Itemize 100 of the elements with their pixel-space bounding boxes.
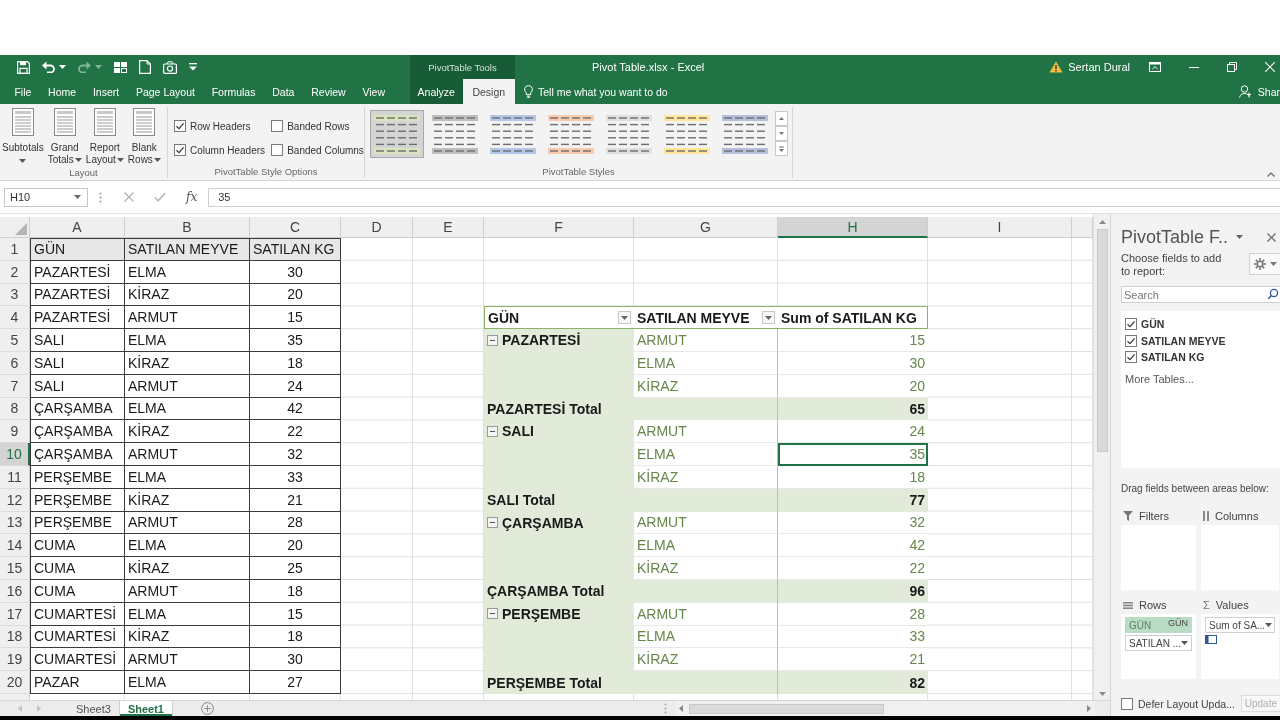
scroll-thumb[interactable]: [1096, 229, 1108, 452]
warning-icon[interactable]: [1049, 61, 1064, 73]
ribbon-button[interactable]: Grand Totals: [46, 107, 83, 166]
ribbon-tab[interactable]: View: [354, 79, 394, 104]
row-header[interactable]: 11: [0, 465, 30, 489]
column-header[interactable]: C: [250, 217, 341, 238]
ribbon-button[interactable]: Blank Rows: [126, 107, 162, 166]
column-header[interactable]: H: [778, 217, 928, 238]
field-item[interactable]: SATILAN MEYVE: [1125, 332, 1276, 349]
style-option[interactable]: Column Headers: [174, 144, 266, 156]
more-icon[interactable]: [775, 141, 788, 156]
ribbon-tab[interactable]: Insert: [84, 79, 128, 104]
column-header[interactable]: G: [634, 217, 778, 238]
minus-box-icon[interactable]: [487, 425, 498, 437]
tell-me-search[interactable]: Tell me what you want to do: [538, 85, 668, 98]
down-arrow-icon[interactable]: [1098, 692, 1106, 696]
checkbox[interactable]: [1125, 351, 1137, 364]
checkbox[interactable]: [174, 144, 186, 156]
caret-icon[interactable]: [59, 65, 66, 69]
save-icon[interactable]: [17, 60, 30, 74]
up-arrow-icon[interactable]: [1098, 220, 1106, 224]
ribbon-tab[interactable]: Page Layout: [127, 79, 204, 104]
undo-icon[interactable]: [42, 61, 55, 73]
ribbon-tab[interactable]: Data: [263, 79, 303, 104]
column-header[interactable]: F: [484, 217, 634, 238]
right-arrow-icon[interactable]: [1087, 705, 1091, 712]
scroll-thumb[interactable]: [689, 703, 884, 714]
row-header[interactable]: 10: [0, 443, 30, 466]
row-header[interactable]: 12: [0, 488, 30, 512]
insert-function-button[interactable]: fx: [186, 190, 198, 204]
style-option[interactable]: Row Headers: [174, 120, 266, 132]
row-header[interactable]: 2: [0, 260, 30, 284]
caret-icon[interactable]: [95, 65, 102, 69]
row-header[interactable]: 4: [0, 306, 30, 330]
field-item[interactable]: GÜN: [1125, 316, 1276, 333]
ribbon-tab[interactable]: Analyze: [410, 79, 463, 104]
check-icon[interactable]: [154, 192, 166, 202]
settings-button[interactable]: [1249, 253, 1280, 275]
ribbon-tab[interactable]: File: [6, 79, 40, 104]
more-tables-link[interactable]: More Tables...: [1125, 372, 1194, 385]
row-header[interactable]: 9: [0, 420, 30, 444]
vertical-scrollbar[interactable]: [1093, 214, 1110, 700]
minimize-icon[interactable]: [1189, 66, 1199, 68]
minus-box-icon[interactable]: [487, 608, 498, 620]
document-icon[interactable]: [139, 60, 151, 74]
horizontal-scrollbar[interactable]: [675, 701, 1095, 716]
ribbon-tab[interactable]: Formulas: [203, 79, 264, 104]
field-pill[interactable]: GÜN GÜN: [1125, 617, 1192, 633]
row-header[interactable]: 8: [0, 397, 30, 421]
row-header[interactable]: 15: [0, 557, 30, 580]
ribbon-button[interactable]: Subtotals: [1, 107, 45, 166]
column-header[interactable]: I: [928, 217, 1072, 238]
grid-icon[interactable]: [114, 61, 127, 73]
caret-icon[interactable]: [1236, 235, 1244, 239]
vertical-dots-icon[interactable]: [99, 191, 102, 203]
left-arrow-icon[interactable]: [679, 705, 683, 712]
search-field[interactable]: Search: [1121, 286, 1266, 303]
drop-area[interactable]: GÜN GÜN SATILAN ...: [1121, 614, 1196, 679]
name-box[interactable]: H10: [4, 187, 88, 207]
style-option[interactable]: Banded Rows: [271, 120, 364, 132]
row-header[interactable]: 1: [0, 238, 30, 261]
column-header[interactable]: A: [30, 217, 125, 238]
ribbon-tab[interactable]: Review: [302, 79, 355, 104]
minus-box-icon[interactable]: [487, 334, 498, 346]
user-name[interactable]: Sertan Dural: [1068, 61, 1130, 73]
ribbon-display-icon[interactable]: [1149, 62, 1161, 72]
row-header[interactable]: 16: [0, 579, 30, 603]
defer-layout-option[interactable]: Defer Layout Upda...: [1121, 697, 1235, 710]
close-icon[interactable]: [1267, 232, 1276, 242]
drop-area[interactable]: Sum of SA...: [1201, 614, 1279, 679]
checkbox[interactable]: [1121, 697, 1133, 710]
row-header[interactable]: 20: [0, 671, 30, 694]
row-header[interactable]: 7: [0, 374, 30, 398]
ribbon-button[interactable]: Report Layout: [84, 107, 125, 166]
column-header[interactable]: E: [413, 217, 484, 238]
column-header[interactable]: D: [341, 217, 413, 238]
row-header[interactable]: 14: [0, 534, 30, 558]
field-item[interactable]: SATILAN KG: [1125, 349, 1276, 366]
sheet-tab[interactable]: Sheet1: [119, 701, 173, 716]
chevron-up-icon[interactable]: [1267, 172, 1275, 177]
add-sheet-icon[interactable]: [200, 702, 214, 715]
row-header[interactable]: 3: [0, 283, 30, 307]
filter-dropdown-button[interactable]: [762, 311, 775, 325]
row-header[interactable]: 6: [0, 352, 30, 375]
menu-caret-icon[interactable]: [189, 63, 197, 71]
camera-icon[interactable]: [163, 60, 177, 74]
row-header[interactable]: 18: [0, 625, 30, 649]
ribbon-tab[interactable]: Design: [462, 79, 515, 104]
row-header[interactable]: 13: [0, 511, 30, 535]
person-icon[interactable]: [1238, 85, 1252, 98]
minus-box-icon[interactable]: [487, 517, 498, 529]
checkbox[interactable]: [174, 120, 186, 132]
checkbox[interactable]: [271, 144, 284, 156]
checkbox[interactable]: [1125, 334, 1137, 347]
row-header[interactable]: 19: [0, 648, 30, 672]
row-header[interactable]: 17: [0, 602, 30, 626]
column-header[interactable]: B: [125, 217, 250, 238]
style-option[interactable]: Banded Columns: [271, 144, 364, 156]
ribbon-tab[interactable]: Home: [39, 79, 85, 104]
share-button[interactable]: Shar: [1257, 85, 1280, 98]
